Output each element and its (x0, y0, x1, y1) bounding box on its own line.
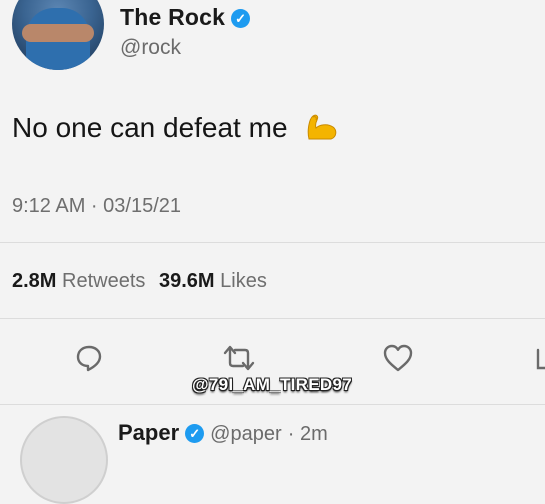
watermark-text: @79I_AM_TIRED97 (192, 375, 352, 394)
likes-count[interactable]: 39.6M (159, 270, 215, 292)
author-name-row[interactable]: The Rock ✓ (120, 4, 251, 31)
likes-label[interactable]: Likes (220, 270, 267, 292)
retweets-label[interactable]: Retweets (62, 270, 145, 292)
reply-author-row[interactable]: Paper ✓ @paper · 2m (118, 420, 328, 446)
retweet-icon[interactable] (221, 343, 257, 373)
retweets-count[interactable]: 2.8M (12, 270, 56, 292)
author-avatar[interactable] (12, 0, 104, 70)
tweet-text: No one can defeat me (12, 112, 339, 144)
like-heart-icon[interactable] (382, 343, 414, 373)
tweet-timestamp[interactable]: 9:12 AM · 03/15/21 (12, 195, 181, 218)
share-icon[interactable] (530, 346, 545, 372)
reply-author-name[interactable]: Paper (118, 420, 179, 445)
author-handle[interactable]: @rock (120, 36, 181, 60)
divider (0, 404, 545, 405)
divider (0, 318, 545, 319)
tweet-stats: 2.8M Retweets 39.6M Likes (12, 270, 267, 293)
reply-time: · 2m (287, 423, 328, 445)
reply-author-handle[interactable]: @paper (210, 423, 281, 445)
flexed-biceps-icon (308, 114, 337, 140)
verified-badge-icon: ✓ (231, 9, 251, 28)
reply-icon[interactable] (74, 343, 104, 373)
author-name[interactable]: The Rock (120, 4, 225, 30)
reply-author-avatar[interactable] (20, 416, 108, 504)
tweet-text-content: No one can defeat me (12, 112, 288, 143)
verified-badge-icon: ✓ (185, 424, 205, 443)
divider (0, 242, 545, 243)
